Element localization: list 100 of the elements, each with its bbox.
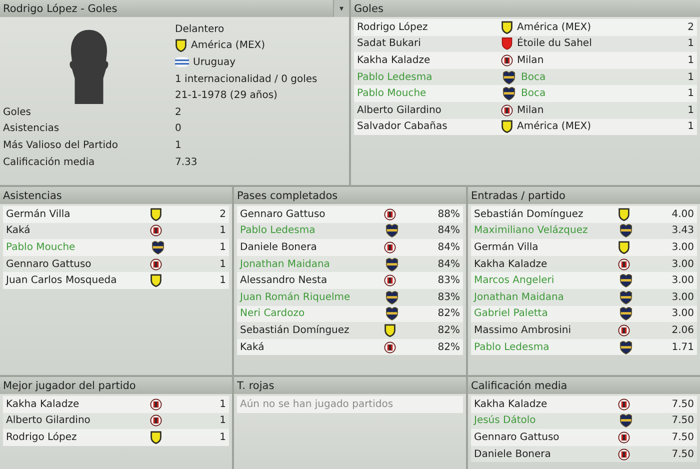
- player-name: Pablo Ledesma: [357, 72, 434, 83]
- table-row[interactable]: Salvador Cabañas América (MEX) 1: [354, 118, 697, 136]
- stat-value: 3.43: [670, 225, 694, 236]
- shield-icon: [384, 306, 400, 322]
- round-badge-icon: [150, 223, 162, 238]
- panel-title: Rodrigo López - Goles: [3, 2, 118, 14]
- table-row[interactable]: Alberto Gilardino 1: [3, 412, 229, 430]
- table-row[interactable]: Kaká 1: [3, 222, 229, 240]
- player-name: Rodrigo López: [6, 432, 78, 443]
- round-badge-icon: [150, 413, 162, 428]
- stat-value: 83%: [436, 292, 460, 303]
- table-row[interactable]: Sebastián Domínguez 4.00: [471, 206, 697, 223]
- round-badge-icon: [618, 446, 630, 462]
- table-row[interactable]: Pablo Mouche Boca 1: [354, 85, 697, 102]
- player-name: Alberto Gilardino: [357, 104, 442, 116]
- player-name: Gennaro Gattuso: [474, 432, 560, 443]
- table-row[interactable]: Kakha Kaladze 3.00: [471, 256, 697, 272]
- flag-icon: [175, 57, 189, 68]
- shield-icon: [384, 256, 400, 272]
- shield-icon: [501, 86, 517, 102]
- birth-date: 21-1-1978 (29 años): [175, 89, 278, 104]
- player-name: Massimo Ambrosini: [474, 324, 572, 336]
- table-row[interactable]: Rodrigo López América (MEX) 2: [354, 19, 697, 36]
- player-name: Pablo Ledesma: [240, 225, 316, 236]
- player-name: Alessandro Nesta: [240, 275, 328, 286]
- table-row[interactable]: Pablo Mouche 1: [3, 239, 229, 256]
- player-name: Neri Cardozo: [240, 308, 306, 320]
- table-row[interactable]: Germán Villa 2: [3, 206, 229, 223]
- stat-value: 2: [218, 208, 226, 220]
- table-row[interactable]: Sebastián Domínguez 82%: [237, 322, 463, 339]
- round-badge-icon: [150, 396, 162, 412]
- table-row[interactable]: Juan Román Riquelme 83%: [237, 288, 463, 306]
- table-row[interactable]: Daniele Bonera 84%: [237, 239, 463, 256]
- nation-name: Uruguay: [193, 56, 236, 68]
- round-badge-icon: [618, 396, 630, 412]
- table-row[interactable]: Kakha Kaladze 7.50: [471, 396, 697, 413]
- player-name: Marcos Angeleri: [474, 275, 556, 286]
- table-row[interactable]: Pablo Ledesma Boca 1: [354, 68, 697, 86]
- table-row[interactable]: Kaká 82%: [237, 338, 463, 356]
- player-name: Pablo Mouche: [357, 88, 428, 100]
- table-row[interactable]: Juan Carlos Mosqueda 1: [3, 272, 229, 289]
- player-name: Alberto Gilardino: [6, 415, 92, 426]
- panel-title: Asistencias: [3, 190, 62, 202]
- shield-icon: [501, 70, 517, 85]
- shield-icon: [618, 206, 630, 222]
- stat-label: Asistencias: [3, 123, 60, 134]
- table-row[interactable]: Pablo Ledesma 84%: [237, 222, 463, 240]
- panel-title: Pases completados: [237, 190, 338, 202]
- table-row[interactable]: Gennaro Gattuso 7.50: [471, 429, 697, 446]
- table-row[interactable]: Pablo Ledesma 1.71: [471, 338, 697, 356]
- table-row[interactable]: Maximiliano Velázquez 3.43: [471, 222, 697, 240]
- empty-message: Aún no se han jugado partidos: [237, 396, 463, 413]
- shield-icon: [384, 223, 400, 238]
- shield-icon: [384, 290, 400, 305]
- table-row[interactable]: Gennaro Gattuso 1: [3, 256, 229, 272]
- shield-icon: [618, 223, 634, 238]
- table-row[interactable]: Massimo Ambrosini 2.06: [471, 322, 697, 339]
- player-name: Kakha Kaladze: [6, 398, 80, 410]
- table-row[interactable]: Alberto Gilardino Milan 1: [354, 102, 697, 119]
- goal-count: 1: [688, 38, 694, 50]
- table-row[interactable]: Daniele Bonera 7.50: [471, 446, 697, 462]
- stat-value: 1: [218, 398, 226, 410]
- table-row[interactable]: Gennaro Gattuso 88%: [237, 206, 463, 223]
- table-row[interactable]: Jesús Dátolo 7.50: [471, 412, 697, 430]
- player-name: Jonathan Maidana: [240, 258, 331, 270]
- table-row[interactable]: Sadat Bukari Étoile du Sahel 1: [354, 36, 697, 52]
- table-row[interactable]: Rodrigo López 1: [3, 429, 229, 446]
- stat-value: 7.50: [670, 398, 694, 410]
- table-row[interactable]: Gabriel Paletta 3.00: [471, 306, 697, 322]
- table-row[interactable]: Kakha Kaladze 1: [3, 396, 229, 413]
- player-name: Gennaro Gattuso: [240, 208, 326, 220]
- table-row[interactable]: Marcos Angeleri 3.00: [471, 272, 697, 289]
- stat-value: 7.50: [670, 432, 694, 443]
- shield-icon: [618, 340, 634, 355]
- player-name: Juan Carlos Mosqueda: [6, 275, 118, 286]
- stat-value: 4.00: [670, 208, 694, 220]
- player-name: Juan Román Riquelme: [240, 292, 352, 303]
- stat-value: 88%: [436, 208, 460, 220]
- table-row[interactable]: Neri Cardozo 82%: [237, 306, 463, 322]
- table-row[interactable]: Jonathan Maidana 84%: [237, 256, 463, 272]
- stat-value: 82%: [436, 342, 460, 353]
- stat-value: 3.00: [670, 258, 694, 270]
- table-row[interactable]: Germán Villa 3.00: [471, 239, 697, 256]
- player-name: Kakha Kaladze: [474, 258, 548, 270]
- player-name: Sadat Bukari: [357, 38, 422, 50]
- table-row[interactable]: Jonathan Maidana 3.00: [471, 288, 697, 306]
- stat-value: 82%: [436, 324, 460, 336]
- shield-icon: [150, 206, 162, 222]
- shield-icon: [175, 38, 187, 54]
- stat-value: 2: [175, 106, 182, 118]
- stat-value: 2.06: [670, 324, 694, 336]
- dropdown-button[interactable]: ▾: [333, 0, 349, 17]
- stat-label: Goles: [3, 106, 32, 118]
- stat-value: 1.71: [670, 342, 694, 353]
- shield-icon: [384, 322, 396, 338]
- table-row[interactable]: Kakha Kaladze Milan 1: [354, 52, 697, 69]
- stat-value: 7.33: [175, 156, 198, 168]
- shield-icon: [618, 306, 634, 322]
- table-row[interactable]: Alessandro Nesta 83%: [237, 272, 463, 289]
- club-name: América (MEX): [517, 121, 592, 132]
